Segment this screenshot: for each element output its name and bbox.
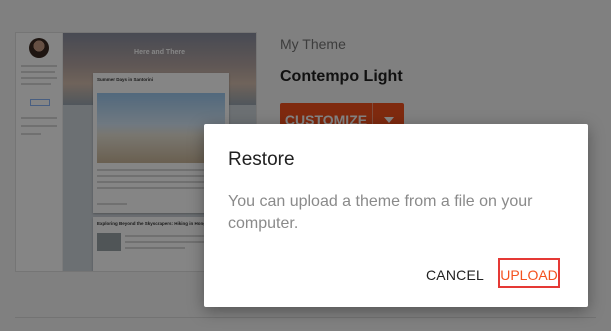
upload-button[interactable]: UPLOAD xyxy=(498,258,560,288)
dialog-title: Restore xyxy=(228,149,295,170)
cancel-button[interactable]: CANCEL xyxy=(422,261,488,289)
dialog-body: You can upload a theme from a file on yo… xyxy=(228,193,533,232)
restore-dialog: Restore You can upload a theme from a fi… xyxy=(204,124,588,307)
